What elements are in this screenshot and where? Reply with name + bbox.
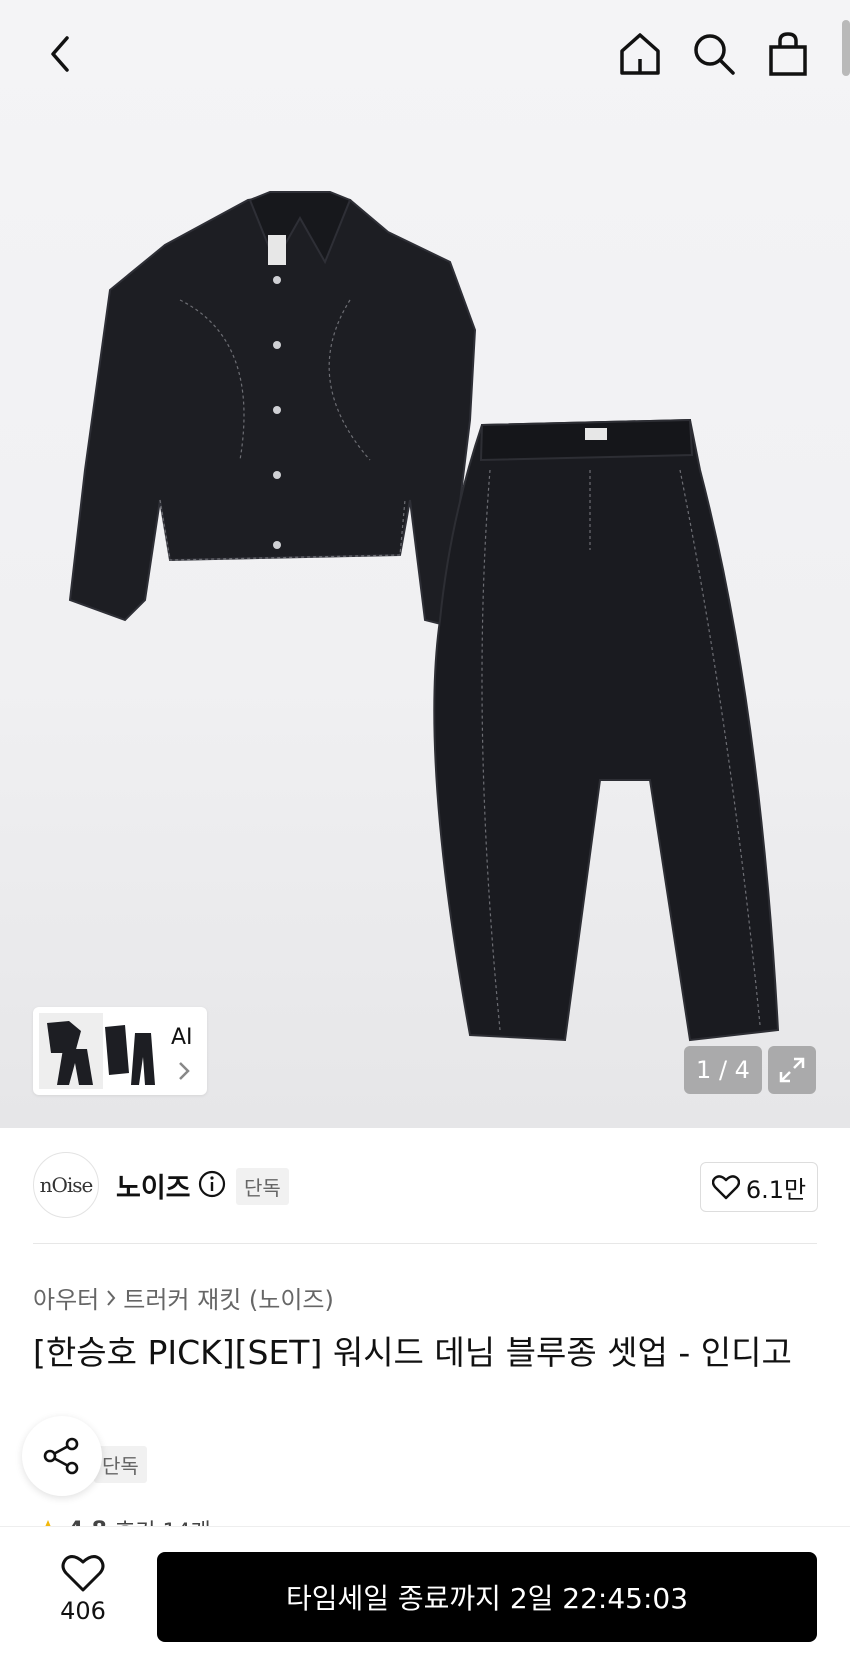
product-like-count: 406 — [60, 1597, 106, 1625]
brand-like-button[interactable]: 6.1만 — [700, 1162, 818, 1212]
breadcrumb-subcategory[interactable]: 트러커 재킷 (노이즈) — [123, 1280, 334, 1315]
image-counter: 1 / 4 — [684, 1046, 762, 1094]
back-arrow-icon — [51, 36, 69, 72]
brand-row: nOise 노이즈 단독 6.1만 — [0, 1152, 850, 1218]
product-title: [한승호 PICK][SET] 워시드 데님 블루종 셋업 - 인디고 — [33, 1333, 792, 1372]
breadcrumb: 아우터 트러커 재킷 (노이즈) — [33, 1280, 334, 1315]
scrollbar[interactable] — [842, 20, 850, 76]
divider — [33, 1243, 817, 1244]
chevron-right-icon — [179, 1062, 190, 1080]
ai-thumbnail-image — [39, 1013, 155, 1089]
cart-button[interactable] — [762, 28, 814, 80]
ai-label: AI — [171, 1025, 193, 1050]
brand-name[interactable]: 노이즈 — [116, 1166, 191, 1205]
pants-illustration — [433, 418, 780, 1042]
shopping-bag-icon — [769, 32, 807, 76]
breadcrumb-category[interactable]: 아우터 — [33, 1280, 99, 1315]
info-icon[interactable] — [198, 1170, 226, 1198]
expand-icon — [779, 1057, 805, 1083]
back-button[interactable] — [36, 30, 84, 78]
purchase-button[interactable]: 타임세일 종료까지 2일 22:45:03 — [157, 1552, 817, 1642]
share-icon — [43, 1437, 79, 1475]
product-image-gallery[interactable]: AI 1 / 4 — [0, 0, 850, 1128]
product-image — [68, 190, 780, 1042]
brand-like-count: 6.1만 — [745, 1175, 807, 1204]
product-exclusive-badge: 단독 — [94, 1446, 147, 1483]
chevron-right-icon — [107, 1289, 116, 1306]
exclusive-badge: 단독 — [236, 1168, 289, 1205]
home-button[interactable] — [614, 28, 666, 80]
brand-logo[interactable]: nOise — [33, 1152, 99, 1218]
home-icon — [620, 33, 660, 75]
share-button[interactable] — [22, 1416, 102, 1496]
product-like-button[interactable]: 406 — [50, 1553, 116, 1625]
search-icon — [694, 34, 735, 75]
search-button[interactable] — [688, 28, 740, 80]
ai-style-card[interactable]: AI — [33, 1007, 207, 1095]
heart-icon — [61, 1555, 105, 1592]
expand-button[interactable] — [768, 1046, 816, 1094]
bottom-action-bar: 406 타임세일 종료까지 2일 22:45:03 — [0, 1526, 850, 1668]
heart-icon — [711, 1175, 740, 1200]
